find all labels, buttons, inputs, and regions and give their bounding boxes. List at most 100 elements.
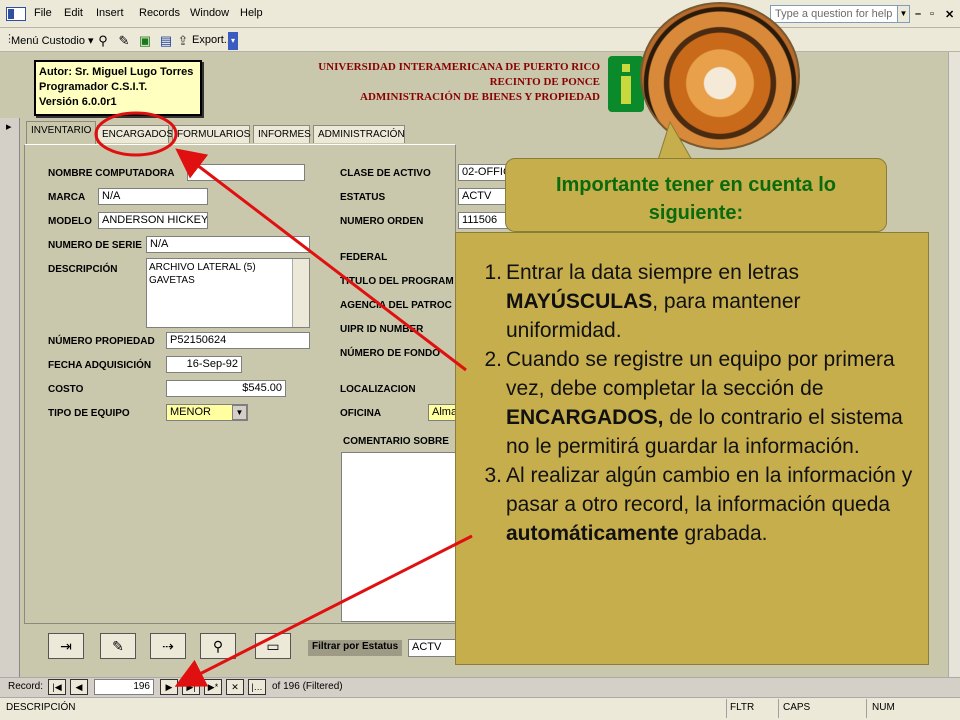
access-app-icon[interactable]	[6, 7, 26, 21]
author-info-box: Autor: Sr. Miguel Lugo Torres Programado…	[34, 60, 202, 116]
tab-encargados[interactable]: ENCARGADOS	[97, 125, 173, 143]
menu-custodio-button[interactable]: Menú Custodio ▾	[11, 34, 94, 47]
menu-file[interactable]: File	[34, 7, 52, 19]
numero-propiedad-field[interactable]: P52150624	[166, 332, 310, 349]
nombre-computadora-field[interactable]	[187, 164, 305, 181]
costo-field[interactable]: $545.00	[166, 380, 286, 397]
export-button[interactable]: Export...	[192, 34, 233, 46]
label-numero-orden: NUMERO ORDEN	[340, 216, 424, 227]
label-federal: FEDERAL	[340, 252, 388, 263]
status-bar	[0, 697, 960, 720]
callout-item-emphasis: automáticamente	[506, 522, 679, 545]
status-divider	[866, 699, 867, 718]
delete-record-icon[interactable]: ✕	[226, 679, 244, 695]
descripcion-text: ARCHIVO LATERAL (5) GAVETAS	[149, 262, 256, 286]
vertical-scrollbar[interactable]	[948, 52, 960, 677]
current-record-icon: ▸	[6, 121, 12, 133]
binoculars-icon[interactable]: ⚲	[94, 32, 112, 49]
export-icon[interactable]: ⇪	[174, 32, 192, 49]
new-record-nav-icon[interactable]: ▶*	[204, 679, 222, 695]
book-icon[interactable]: ▭	[255, 633, 291, 659]
toolbar-options-icon[interactable]: ▾	[228, 32, 238, 50]
label-agencia-patrocinadora: AGENCIA DEL PATROC	[340, 300, 452, 311]
label-comentario: COMENTARIO SOBRE	[343, 436, 449, 447]
descripcion-field[interactable]: ARCHIVO LATERAL (5) GAVETAS	[146, 258, 310, 328]
menu-edit[interactable]: Edit	[64, 7, 83, 19]
last-record-icon[interactable]: ▶|	[182, 679, 200, 695]
callout-item-text: Entrar la data siempre en letras	[506, 261, 799, 284]
status-caps: CAPS	[783, 702, 811, 713]
label-descripcion: DESCRIPCIÓN	[48, 264, 118, 275]
numero-orden-field[interactable]: 111506	[458, 212, 508, 229]
campus-name: RECINTO DE PONCE	[489, 76, 600, 88]
tab-administracion[interactable]: ADMINISTRACIÓN	[313, 125, 405, 143]
find-icon[interactable]: ⚲	[200, 633, 236, 659]
record-label: Record:	[8, 681, 44, 692]
label-numero-serie: NUMERO DE SERIE	[48, 240, 142, 251]
tab-informes[interactable]: INFORMES	[253, 125, 311, 143]
excel-icon[interactable]: ▣	[136, 32, 154, 49]
filter-status-select[interactable]: ACTV	[408, 639, 460, 657]
new-record-icon[interactable]: ⇢	[150, 633, 186, 659]
edit-icon[interactable]: ✎	[115, 32, 133, 49]
modelo-field[interactable]: ANDERSON HICKEY	[98, 212, 208, 229]
callout-title: Importante tener en cuenta lo siguiente:	[505, 158, 887, 232]
tab-formularios[interactable]: FORMULARIOS	[172, 125, 250, 143]
tab-inventario[interactable]: INVENTARIO	[26, 121, 96, 145]
chevron-down-icon[interactable]: ▼	[232, 405, 247, 420]
record-selector[interactable]: ▸	[0, 118, 20, 678]
label-numero-fondo: NÚMERO DE FONDO	[340, 348, 440, 359]
label-estatus: ESTATUS	[340, 192, 386, 203]
help-dropdown-icon[interactable]: ▼	[897, 5, 910, 23]
oficina-field[interactable]: Alma	[428, 404, 458, 421]
callout-item-1: 1. Entrar la data siempre en letras MAYÚS…	[470, 258, 916, 345]
filter-status-label: Filtrar por Estatus	[308, 640, 403, 656]
status-field-name: DESCRIPCIÓN	[6, 702, 76, 713]
callout-item-3: 3. Al realizar algún cambio en la informa…	[470, 461, 916, 548]
save-edit-icon[interactable]: ✎	[100, 633, 136, 659]
callout-item-2: 2. Cuando se registre un equipo por prime…	[470, 345, 916, 461]
exit-icon[interactable]: ⇥	[48, 633, 84, 659]
callout-item-number: 1.	[484, 261, 502, 284]
label-tipo-equipo: TIPO DE EQUIPO	[48, 408, 130, 419]
author-line: Programador C.S.I.T.	[39, 81, 148, 93]
minimize-icon[interactable]: –	[915, 8, 921, 20]
menu-window[interactable]: Window	[190, 7, 229, 19]
marca-field[interactable]: N/A	[98, 188, 208, 205]
status-divider	[778, 699, 779, 718]
record-number-field[interactable]: 196	[94, 679, 154, 695]
author-line: Autor: Sr. Miguel Lugo Torres	[39, 66, 194, 78]
status-num: NUM	[872, 702, 895, 713]
clase-activo-field[interactable]: 02-OFFIC	[458, 164, 508, 181]
label-titulo-programa: TITULO DEL PROGRAM	[340, 276, 454, 287]
menu-insert[interactable]: Insert	[96, 7, 124, 19]
previous-record-icon[interactable]: ◀	[70, 679, 88, 695]
status-divider	[726, 699, 727, 718]
restore-icon[interactable]: ▫	[930, 8, 934, 20]
word-icon[interactable]: ▤	[157, 32, 175, 49]
callout-body: 1. Entrar la data siempre en letras MAYÚS…	[455, 232, 929, 665]
callout-item-number: 3.	[484, 464, 502, 487]
menu-help[interactable]: Help	[240, 7, 263, 19]
close-icon[interactable]: ✕	[945, 8, 954, 21]
comentario-field[interactable]	[341, 452, 457, 622]
descripcion-scrollbar[interactable]	[292, 259, 309, 327]
university-logo	[608, 56, 644, 112]
callout-item-number: 2.	[484, 348, 502, 371]
menu-records[interactable]: Records	[139, 7, 180, 19]
record-count: of 196 (Filtered)	[272, 681, 343, 692]
status-fltr: FLTR	[730, 702, 755, 713]
filter-record-icon[interactable]: |…	[248, 679, 266, 695]
label-localizacion: LOCALIZACION	[340, 384, 416, 395]
help-search-input[interactable]: Type a question for help	[770, 5, 910, 23]
label-clase-activo: CLASE DE ACTIVO	[340, 168, 431, 179]
estatus-field[interactable]: ACTV	[458, 188, 508, 205]
callout-item-emphasis: MAYÚSCULAS	[506, 290, 653, 313]
author-line: Versión 6.0.0r1	[39, 96, 117, 108]
fecha-adquisicion-field[interactable]: 16-Sep-92	[166, 356, 242, 373]
next-record-icon[interactable]: ▶	[160, 679, 178, 695]
first-record-icon[interactable]: |◀	[48, 679, 66, 695]
department-name: ADMINISTRACIÓN DE BIENES Y PROPIEDAD	[360, 91, 600, 103]
label-numero-propiedad: NÚMERO PROPIEDAD	[48, 336, 155, 347]
numero-serie-field[interactable]: N/A	[146, 236, 310, 253]
